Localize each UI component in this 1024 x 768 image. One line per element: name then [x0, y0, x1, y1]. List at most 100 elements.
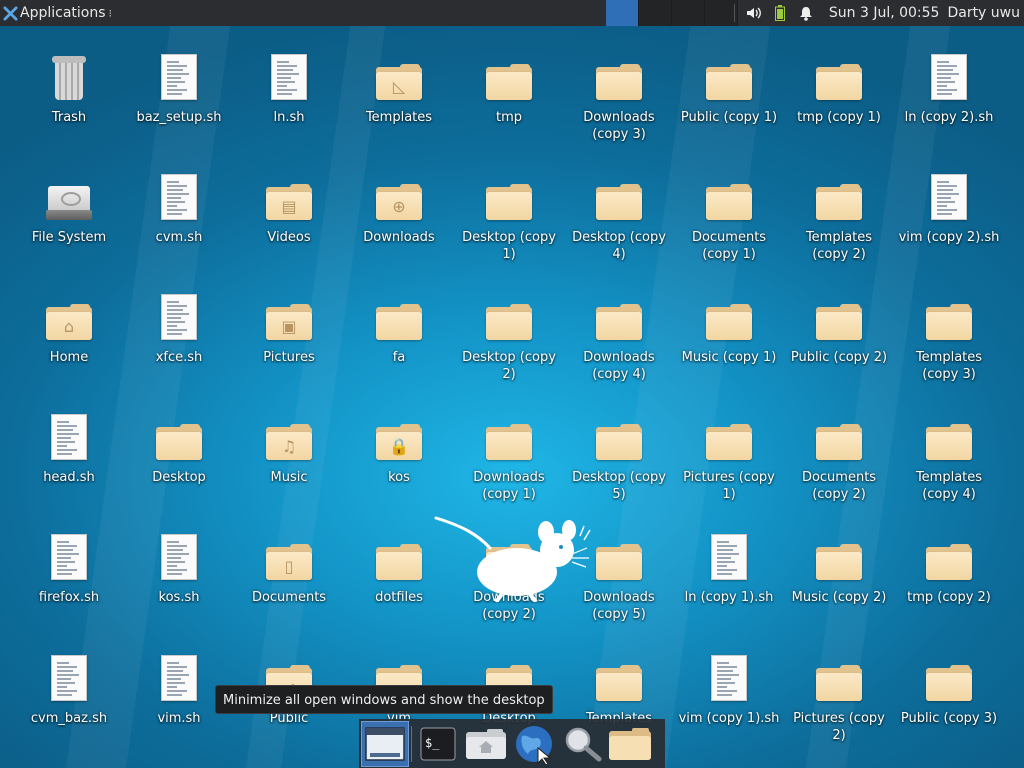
- folder-icon: [593, 651, 645, 701]
- globe-icon: [516, 725, 552, 764]
- desktop-icon-label: kos: [388, 470, 410, 485]
- home-folder-icon: [466, 728, 506, 759]
- desktop-icon-label: baz_setup.sh: [136, 110, 222, 125]
- folder-icon: [813, 651, 865, 701]
- desktop-icon[interactable]: 🔒 kos: [346, 410, 452, 486]
- desktop-icon[interactable]: Downloads (copy 4): [566, 290, 672, 383]
- desktop-icon[interactable]: cvm_baz.sh: [16, 651, 122, 727]
- desktop-icon[interactable]: ▯ Documents: [236, 530, 342, 606]
- shell-script-icon: [43, 530, 95, 580]
- terminal-button[interactable]: $_: [414, 721, 462, 767]
- desktop-icon[interactable]: ▤ Videos: [236, 170, 342, 246]
- desktop-icon-label: Downloads (copy 4): [583, 350, 655, 382]
- desktop-icon[interactable]: Downloads (copy 2): [456, 530, 562, 623]
- shell-script-icon: [153, 170, 205, 220]
- desktop-icon-label: cvm.sh: [155, 230, 203, 245]
- folder-icon: ◺: [373, 50, 425, 100]
- folder-icon: [593, 50, 645, 100]
- workspace-2[interactable]: [639, 0, 672, 26]
- desktop-icon[interactable]: vim (copy 2).sh: [896, 170, 1002, 246]
- desktop-icon-label: Desktop: [152, 470, 206, 485]
- desktop-icon[interactable]: cvm.sh: [126, 170, 232, 246]
- desktop-icon[interactable]: Music (copy 2): [786, 530, 892, 606]
- web-browser-button[interactable]: [510, 721, 558, 767]
- desktop-icon-label: Pictures: [263, 350, 315, 365]
- desktop-icon[interactable]: tmp (copy 1): [786, 50, 892, 126]
- desktop-icon[interactable]: tmp (copy 2): [896, 530, 1002, 606]
- desktop-icon[interactable]: firefox.sh: [16, 530, 122, 606]
- desktop-icon[interactable]: Desktop (copy 1): [456, 170, 562, 263]
- desktop-icon[interactable]: ln (copy 2).sh: [896, 50, 1002, 126]
- folder-icon: [373, 290, 425, 340]
- desktop-icon[interactable]: ⌂ Home: [16, 290, 122, 366]
- workspace-3[interactable]: [672, 0, 705, 26]
- desktop-icon[interactable]: Downloads (copy 3): [566, 50, 672, 143]
- desktop-icon[interactable]: ln.sh: [236, 50, 342, 126]
- shell-script-icon: [153, 290, 205, 340]
- desktop-icon[interactable]: Documents (copy 1): [676, 170, 782, 263]
- folder-button[interactable]: [606, 721, 654, 767]
- battery-icon[interactable]: [771, 4, 789, 22]
- desktop-icon[interactable]: Desktop (copy 2): [456, 290, 562, 383]
- app-finder-button[interactable]: [558, 721, 606, 767]
- desktop-icon[interactable]: Downloads (copy 5): [566, 530, 672, 623]
- desktop-icon[interactable]: Music (copy 1): [676, 290, 782, 366]
- desktop-icon[interactable]: Trash: [16, 50, 122, 126]
- desktop-icon[interactable]: kos.sh: [126, 530, 232, 606]
- desktop-icon[interactable]: Desktop (copy 5): [566, 410, 672, 503]
- workspace-1[interactable]: [606, 0, 639, 26]
- desktop-icon-label: ln (copy 2).sh: [904, 110, 994, 125]
- desktop-icon-label: Templates (copy 4): [915, 470, 983, 502]
- desktop-icon[interactable]: ln (copy 1).sh: [676, 530, 782, 606]
- desktop-icon[interactable]: ♫ Music: [236, 410, 342, 486]
- clock[interactable]: Sun 3 Jul, 00:55: [829, 5, 940, 21]
- desktop-icon[interactable]: Documents (copy 2): [786, 410, 892, 503]
- folder-icon: ▤: [263, 170, 315, 220]
- folder-icon: [703, 290, 755, 340]
- desktop-icon[interactable]: Desktop (copy 4): [566, 170, 672, 263]
- show-desktop-tooltip: Minimize all open windows and show the d…: [215, 685, 553, 714]
- desktop-icon[interactable]: fa: [346, 290, 452, 366]
- desktop-icon[interactable]: Templates (copy 3): [896, 290, 1002, 383]
- desktop-icon-label: tmp (copy 1): [797, 110, 881, 125]
- desktop-icon[interactable]: Templates: [566, 651, 672, 727]
- desktop-icon-label: Music: [270, 470, 308, 485]
- folder-icon: ⌂: [43, 290, 95, 340]
- desktop-icon[interactable]: Desktop: [126, 410, 232, 486]
- desktop-icon-label: Public (copy 2): [790, 350, 888, 365]
- desktop-icon[interactable]: Downloads (copy 1): [456, 410, 562, 503]
- desktop-icon[interactable]: File System: [16, 170, 122, 246]
- volume-icon[interactable]: [745, 4, 763, 22]
- desktop-icon[interactable]: Pictures (copy 2): [786, 651, 892, 744]
- desktop-icon[interactable]: Templates (copy 4): [896, 410, 1002, 503]
- show-desktop-button[interactable]: [361, 720, 409, 767]
- desktop-icon[interactable]: ⊕ Downloads: [346, 170, 452, 246]
- desktop-icon[interactable]: ◺ Templates: [346, 50, 452, 126]
- desktop-icon[interactable]: baz_setup.sh: [126, 50, 232, 126]
- desktop-icon[interactable]: ▣ Pictures: [236, 290, 342, 366]
- applications-menu[interactable]: Applications ⁝: [0, 0, 112, 26]
- desktop-icon[interactable]: xfce.sh: [126, 290, 232, 366]
- folder-icon: [923, 410, 975, 460]
- shell-script-icon: [153, 50, 205, 100]
- desktop-icon[interactable]: Public (copy 2): [786, 290, 892, 366]
- desktop-icon[interactable]: Pictures (copy 1): [676, 410, 782, 503]
- desktop-icon[interactable]: head.sh: [16, 410, 122, 486]
- notification-bell-icon[interactable]: [797, 4, 815, 22]
- desktop-icon[interactable]: vim (copy 1).sh: [676, 651, 782, 727]
- user-name[interactable]: Darty uwu: [947, 5, 1020, 21]
- desktop-icon[interactable]: Public (copy 1): [676, 50, 782, 126]
- workspace-switcher[interactable]: [606, 0, 738, 26]
- desktop-icon[interactable]: dotfiles: [346, 530, 452, 606]
- folder-icon: [813, 410, 865, 460]
- folder-icon: [703, 50, 755, 100]
- folder-icon: [483, 410, 535, 460]
- shell-script-icon: [703, 530, 755, 580]
- desktop-icon-label: Music (copy 2): [791, 590, 887, 605]
- desktop-icon[interactable]: Public (copy 3): [896, 651, 1002, 727]
- desktop-icon[interactable]: Templates (copy 2): [786, 170, 892, 263]
- desktop-icon[interactable]: tmp: [456, 50, 562, 126]
- desktop-icon-label: Home: [49, 350, 89, 365]
- folder-icon: ♫: [263, 410, 315, 460]
- file-manager-button[interactable]: [462, 721, 510, 767]
